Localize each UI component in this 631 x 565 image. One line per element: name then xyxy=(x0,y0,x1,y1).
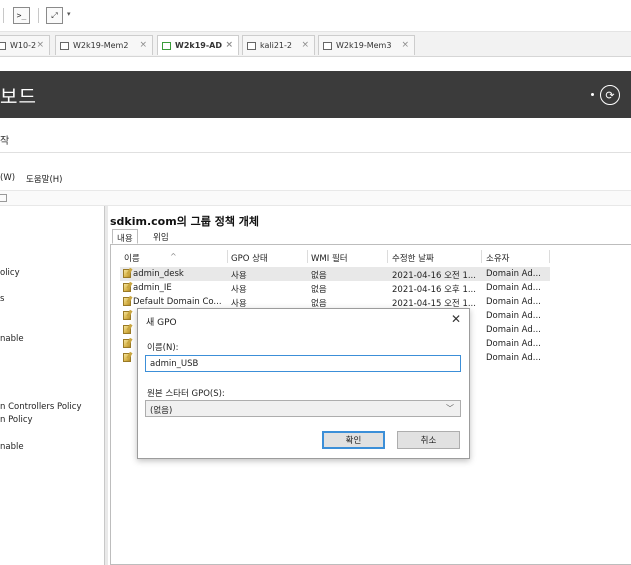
server-manager-header: 보드 ⟳ xyxy=(0,71,631,118)
console-tree[interactable]: olicy s nable n Controllers Policy n Pol… xyxy=(0,206,106,565)
starter-gpo-select[interactable]: (없음) ﹀ xyxy=(145,400,461,417)
resize-icon[interactable]: ⤢ xyxy=(46,7,63,24)
gpo-icon xyxy=(123,297,131,306)
cell-status: 사용 xyxy=(231,271,247,281)
close-icon[interactable]: × xyxy=(301,40,309,50)
column-divider[interactable] xyxy=(307,250,308,263)
cell-modified: 2021-04-16 오후 1... xyxy=(392,285,476,295)
cell-status: 사용 xyxy=(231,285,247,295)
dot-icon xyxy=(591,93,594,96)
sub-header: 작 xyxy=(0,119,631,153)
table-row[interactable]: admin_desk 사용 없음 2021-04-16 오전 1... Doma… xyxy=(120,267,550,281)
column-header-owner[interactable]: 소유자 xyxy=(486,252,509,264)
gpo-name-input[interactable]: admin_USB xyxy=(145,355,461,372)
pane-title: sdkim.com의 그룹 정책 개체 xyxy=(110,215,260,228)
list-header: 이름 ^ GPO 상태 WMI 필터 수정한 날짜 소유자 xyxy=(120,249,631,264)
column-divider[interactable] xyxy=(387,250,388,263)
close-icon[interactable]: ✕ xyxy=(451,312,461,326)
tab-label: W10-2 xyxy=(10,41,37,50)
gpo-icon xyxy=(123,339,131,348)
column-header-status[interactable]: GPO 상태 xyxy=(231,252,268,264)
vm-icon xyxy=(162,41,171,50)
tab-w2k19-mem3[interactable]: W2k19-Mem3 × xyxy=(318,35,415,55)
menu-window[interactable]: (W) xyxy=(0,173,15,183)
column-header-modified[interactable]: 수정한 날짜 xyxy=(392,252,434,264)
tab-label: W2k19-Mem3 xyxy=(336,41,392,50)
new-gpo-dialog: 새 GPO ✕ 이름(N): admin_USB 원본 스타터 GPO(S): … xyxy=(137,308,470,459)
ok-button[interactable]: 확인 xyxy=(322,431,385,449)
close-icon[interactable]: × xyxy=(139,40,147,50)
cell-name: Default Domain Co... xyxy=(133,297,222,307)
chevron-down-icon: ﹀ xyxy=(446,404,454,413)
tree-item[interactable]: n Controllers Policy xyxy=(0,402,81,412)
vm-toolbar: >_ ⤢ ▾ xyxy=(0,0,631,32)
vm-icon xyxy=(0,41,6,50)
tab-w10-2[interactable]: W10-2 × xyxy=(0,35,50,55)
column-header-name[interactable]: 이름 xyxy=(124,252,140,264)
terminal-icon[interactable]: >_ xyxy=(13,7,30,24)
starter-gpo-label: 원본 스타터 GPO(S): xyxy=(147,389,225,399)
name-label: 이름(N): xyxy=(147,343,179,353)
cell-wmi: 없음 xyxy=(311,271,327,281)
sort-icon: ^ xyxy=(170,252,177,261)
console-tree-icon[interactable] xyxy=(0,194,7,202)
gpo-icon xyxy=(123,283,131,292)
menu-help[interactable]: 도움말(H) xyxy=(26,173,62,185)
tab-contents[interactable]: 내용 xyxy=(112,229,138,244)
tree-item[interactable]: n Policy xyxy=(0,415,33,425)
gpo-icon xyxy=(123,311,131,320)
cell-name: admin_desk xyxy=(133,269,184,279)
cell-modified: 2021-04-16 오전 1... xyxy=(392,271,476,281)
cell-owner: Domain Ad... xyxy=(486,297,541,307)
console-toolbar xyxy=(0,190,631,206)
column-divider[interactable] xyxy=(549,250,550,263)
tab-label: kali21-2 xyxy=(260,41,292,50)
tab-delegation[interactable]: 위임 xyxy=(149,229,173,244)
close-icon[interactable]: × xyxy=(225,40,233,50)
close-icon[interactable]: × xyxy=(36,40,44,50)
gpo-icon xyxy=(123,269,131,278)
gpo-icon xyxy=(123,353,131,362)
chevron-down-icon[interactable]: ▾ xyxy=(67,10,71,18)
tab-label: W2k19-Mem2 xyxy=(73,41,129,50)
cell-owner: Domain Ad... xyxy=(486,339,541,349)
close-icon[interactable]: × xyxy=(401,40,409,50)
cell-owner: Domain Ad... xyxy=(486,283,541,293)
dialog-title: 새 GPO xyxy=(146,318,177,328)
cell-name: admin_IE xyxy=(133,283,172,293)
toolbar-separator xyxy=(3,8,4,23)
vm-icon xyxy=(60,41,69,50)
vm-icon xyxy=(247,41,256,50)
tab-label: W2k19-AD xyxy=(175,41,222,50)
page-title: 보드 xyxy=(0,86,37,108)
refresh-icon[interactable]: ⟳ xyxy=(600,85,620,105)
cell-wmi: 없음 xyxy=(311,285,327,295)
vm-icon xyxy=(323,41,332,50)
starter-gpo-value: (없음) xyxy=(150,406,173,416)
tree-item[interactable]: nable xyxy=(0,442,24,452)
tree-item[interactable]: s xyxy=(0,294,4,304)
sub-header-label: 작 xyxy=(0,136,10,147)
column-divider[interactable] xyxy=(481,250,482,263)
table-row[interactable]: admin_IE 사용 없음 2021-04-16 오후 1... Domain… xyxy=(120,281,550,295)
cancel-button[interactable]: 취소 xyxy=(397,431,460,449)
cell-owner: Domain Ad... xyxy=(486,353,541,363)
vm-tab-strip: W10-2 × W2k19-Mem2 × W2k19-AD × kali21-2… xyxy=(0,32,631,57)
tree-item[interactable]: nable xyxy=(0,334,24,344)
column-divider[interactable] xyxy=(227,250,228,263)
cell-owner: Domain Ad... xyxy=(486,325,541,335)
cell-owner: Domain Ad... xyxy=(486,269,541,279)
column-header-wmi[interactable]: WMI 필터 xyxy=(311,252,348,264)
tab-kali21-2[interactable]: kali21-2 × xyxy=(242,35,315,55)
tree-item[interactable]: olicy xyxy=(0,268,20,278)
tab-w2k19-ad[interactable]: W2k19-AD × xyxy=(157,35,239,55)
table-row[interactable]: Default Domain Co... 사용 없음 2021-04-15 오전… xyxy=(120,295,550,309)
tab-w2k19-mem2[interactable]: W2k19-Mem2 × xyxy=(55,35,153,55)
gpo-icon xyxy=(123,325,131,334)
cell-owner: Domain Ad... xyxy=(486,311,541,321)
toolbar-separator xyxy=(38,8,39,23)
